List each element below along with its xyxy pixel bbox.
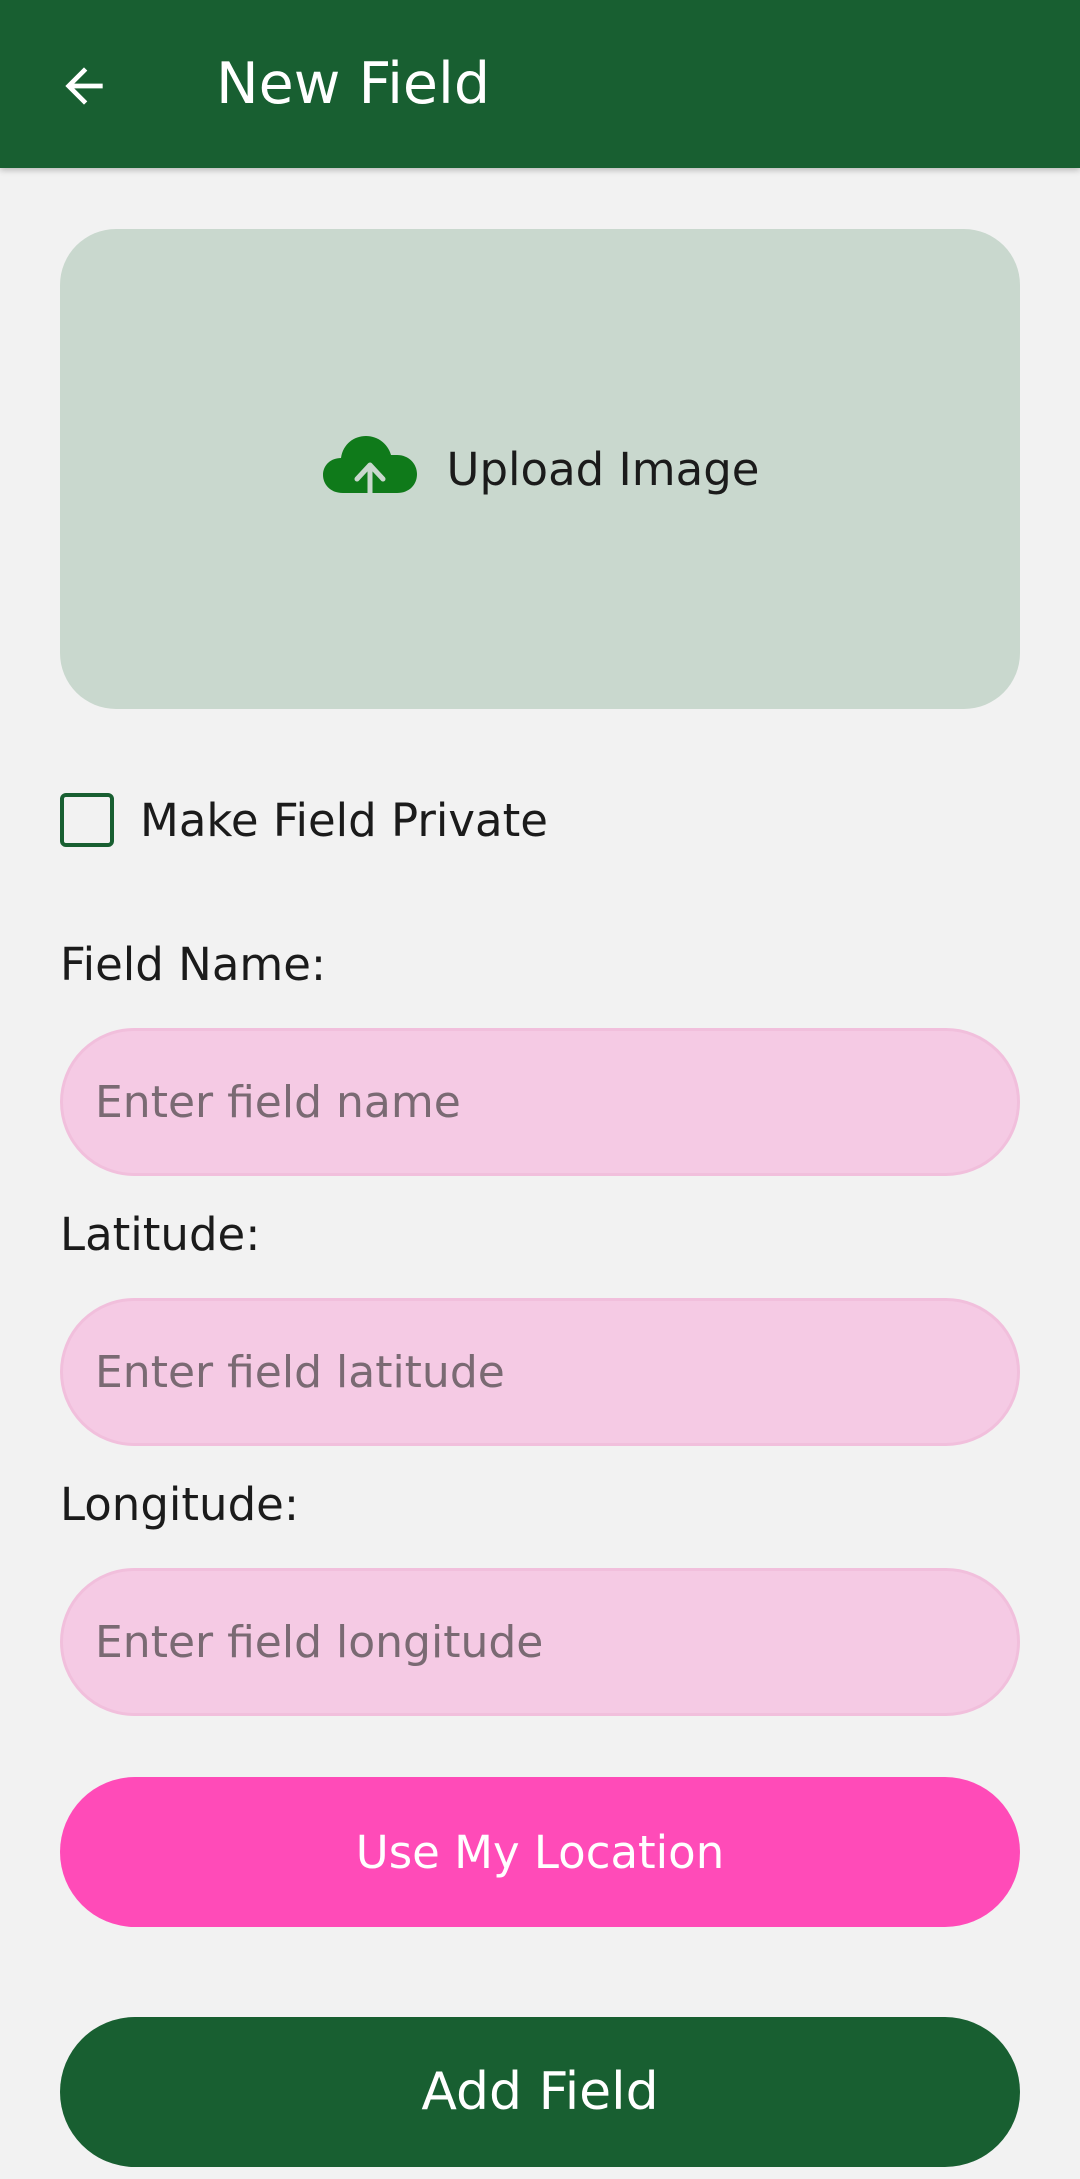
make-private-checkbox[interactable] bbox=[60, 793, 114, 847]
cloud-upload-icon bbox=[321, 427, 419, 511]
latitude-label: Latitude: bbox=[60, 1208, 261, 1261]
page-title: New Field bbox=[216, 51, 491, 117]
field-name-input[interactable] bbox=[60, 1028, 1020, 1176]
app-bar: New Field bbox=[0, 0, 1080, 168]
longitude-label: Longitude: bbox=[60, 1478, 299, 1531]
upload-content: Upload Image bbox=[321, 427, 760, 511]
back-button[interactable] bbox=[40, 44, 128, 132]
use-my-location-button[interactable]: Use My Location bbox=[60, 1777, 1020, 1927]
longitude-input[interactable] bbox=[60, 1568, 1020, 1716]
make-private-label: Make Field Private bbox=[140, 793, 548, 847]
latitude-input[interactable] bbox=[60, 1298, 1020, 1446]
field-name-label: Field Name: bbox=[60, 938, 327, 991]
arrow-back-icon bbox=[56, 58, 112, 118]
add-field-button[interactable]: Add Field bbox=[60, 2017, 1020, 2167]
upload-image-area[interactable]: Upload Image bbox=[60, 229, 1020, 709]
make-private-row[interactable]: Make Field Private bbox=[60, 793, 548, 847]
upload-image-label: Upload Image bbox=[446, 442, 760, 496]
